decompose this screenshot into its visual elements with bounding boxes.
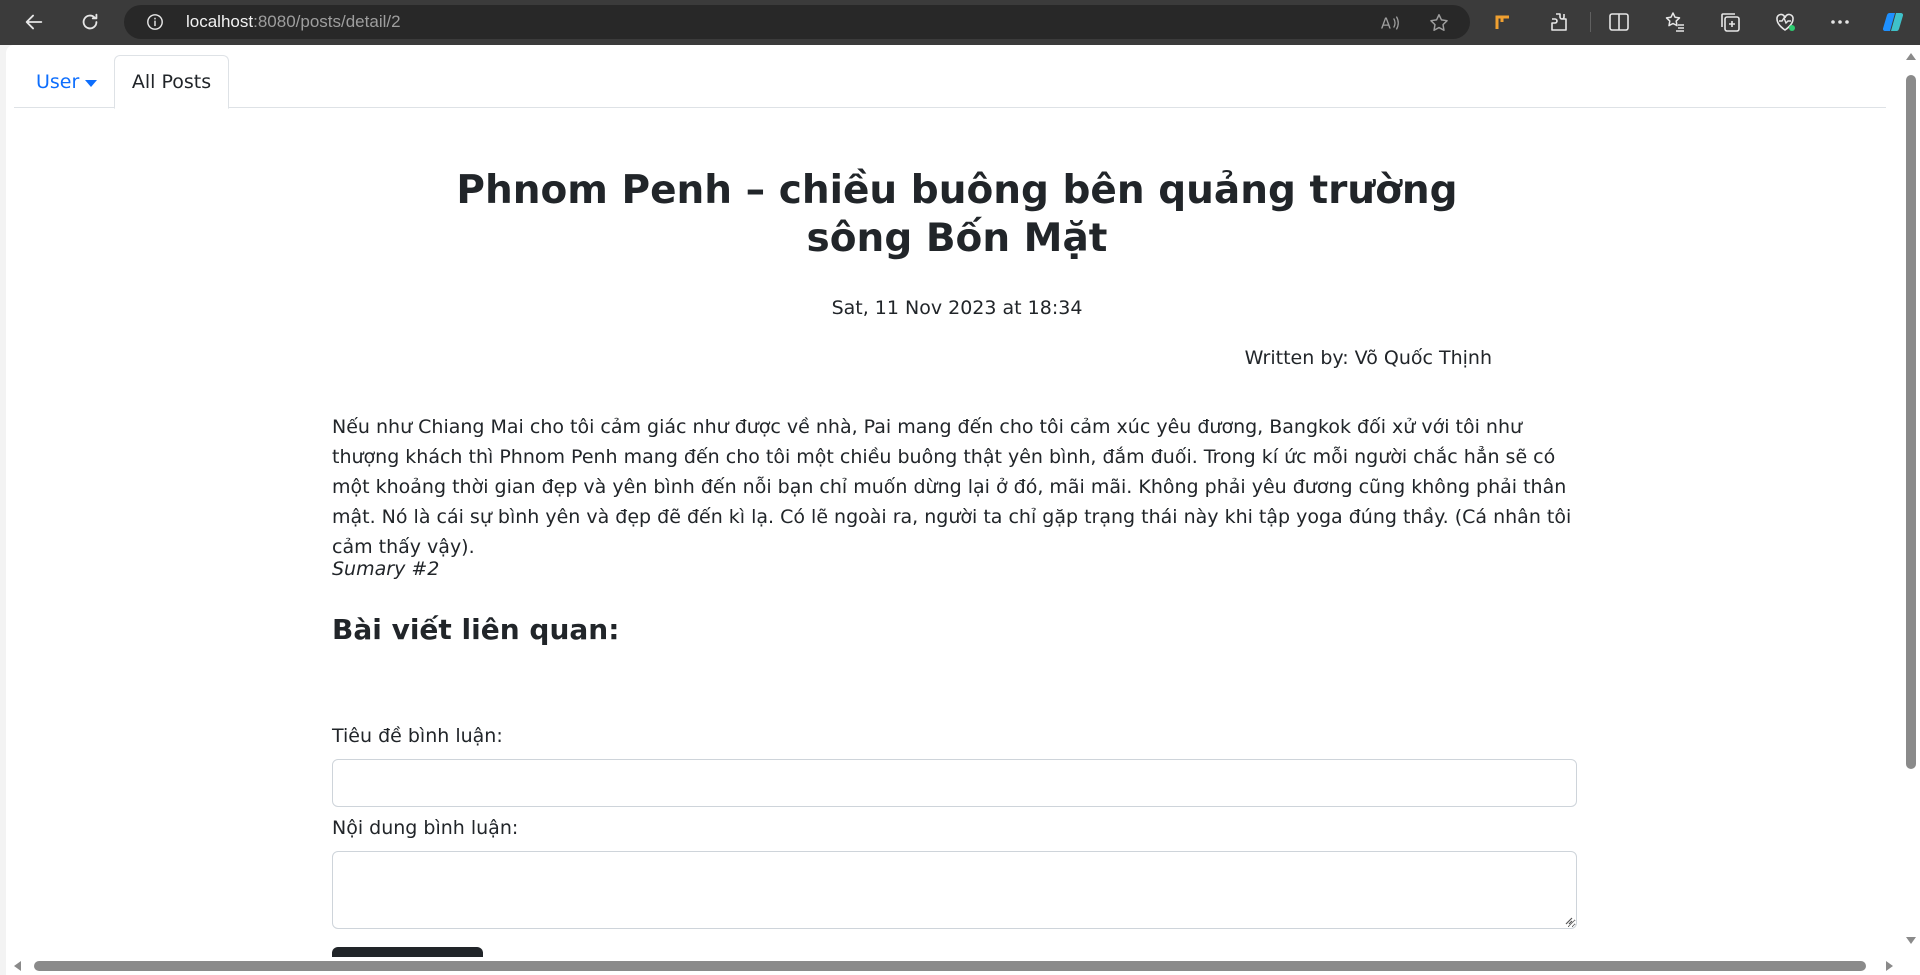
vertical-scrollbar[interactable]: [1902, 45, 1920, 963]
favorites-icon[interactable]: [1662, 9, 1688, 35]
related-posts-heading: Bài viết liên quan:: [332, 613, 620, 646]
read-aloud-icon[interactable]: A: [1379, 12, 1401, 34]
nav-tabs: User All Posts: [14, 55, 1886, 109]
resize-grip-icon[interactable]: [1563, 915, 1573, 925]
comment-title-label: Tiêu đề bình luận:: [332, 725, 503, 747]
refresh-icon[interactable]: [73, 6, 107, 38]
post-author: Written by: Võ Quốc Thịnh: [1244, 347, 1492, 369]
post-title: Phnom Penh – chiều buông bên quảng trườn…: [456, 168, 1458, 261]
browser-toolbar: localhost:8080/posts/detail/2 A: [0, 0, 1920, 45]
more-icon[interactable]: [1827, 9, 1853, 35]
tab-user-dropdown[interactable]: User: [14, 55, 114, 109]
browser-essentials-icon[interactable]: [1772, 9, 1798, 35]
back-icon[interactable]: [17, 6, 51, 38]
info-icon[interactable]: [146, 13, 164, 31]
svg-text:A: A: [1381, 16, 1391, 33]
scroll-up-arrow-icon[interactable]: [1906, 53, 1916, 60]
scrollbar-corner: [1902, 957, 1920, 975]
caret-down-icon: [85, 79, 98, 87]
comment-title-input[interactable]: [332, 759, 1577, 807]
post-content: Nếu như Chiang Mai cho tôi cảm giác như …: [332, 416, 1572, 558]
vertical-scroll-thumb[interactable]: [1906, 75, 1916, 769]
extension-orange-icon[interactable]: [1490, 9, 1516, 35]
tab-all-posts[interactable]: All Posts: [114, 55, 229, 109]
scroll-right-arrow-icon[interactable]: [1886, 961, 1893, 971]
favorite-star-icon[interactable]: [1428, 12, 1450, 34]
comment-content-label: Nội dung bình luận:: [332, 817, 519, 839]
horizontal-scroll-thumb[interactable]: [34, 961, 1866, 971]
extensions-icon[interactable]: [1546, 9, 1572, 35]
scroll-down-arrow-icon[interactable]: [1906, 937, 1916, 944]
comment-content-textarea[interactable]: [332, 851, 1577, 929]
scroll-left-arrow-icon[interactable]: [14, 961, 21, 971]
page-viewport: User All Posts Phnom Penh – chiều buông …: [6, 45, 1902, 963]
tab-user-label: User: [36, 71, 80, 93]
collections-icon[interactable]: [1717, 9, 1743, 35]
copilot-icon[interactable]: [1880, 9, 1906, 35]
post-summary: Sumary #2: [332, 558, 440, 580]
horizontal-scrollbar[interactable]: [6, 957, 1902, 975]
post-date: Sat, 11 Nov 2023 at 18:34: [831, 297, 1083, 319]
split-screen-icon[interactable]: [1606, 9, 1632, 35]
address-bar[interactable]: localhost:8080/posts/detail/2 A: [124, 5, 1470, 39]
url-text[interactable]: localhost:8080/posts/detail/2: [186, 12, 401, 32]
